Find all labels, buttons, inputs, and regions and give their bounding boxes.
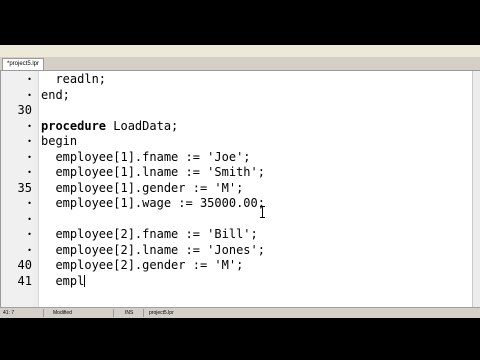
code-text: employee[1].wage := 35000.00;: [41, 196, 265, 210]
tab-project5[interactable]: *project5.lpr: [2, 58, 45, 70]
line-number: •: [27, 137, 32, 146]
line-number: •: [27, 214, 32, 224]
status-bar: 41: 7 Modified INS project5.lpr: [0, 307, 480, 318]
code-text: employee[2].lname := 'Jones';: [41, 242, 265, 257]
line-number: 35: [17, 180, 32, 195]
line-number: •: [27, 245, 32, 255]
code-line[interactable]: • employee[1].fname := 'Joe';: [1, 150, 473, 165]
code-line[interactable]: 35 employee[1].gender := 'M';: [1, 181, 473, 196]
code-line[interactable]: 40 employee[2].gender := 'M';: [1, 258, 473, 273]
code-text: employee[1].gender := 'M';: [41, 180, 244, 195]
code-text: readln;: [41, 72, 107, 86]
code-line[interactable]: 30: [1, 103, 473, 118]
line-number: •: [27, 90, 32, 100]
code-line[interactable]: • end;: [1, 88, 473, 103]
code-line[interactable]: • readln;: [1, 72, 473, 87]
code-text: empl: [41, 273, 86, 288]
vertical-scrollbar[interactable]: [472, 71, 480, 307]
code-line[interactable]: • employee[2].fname := 'Bill';: [1, 227, 473, 242]
line-number: •: [27, 199, 32, 208]
status-position: 41: 7: [0, 309, 44, 317]
code-text: employee[2].fname := 'Bill';: [41, 227, 258, 241]
code-text: employee[1].lname := 'Smith';: [41, 165, 265, 179]
tab-strip: *project5.lpr: [0, 57, 480, 71]
code-text: employee[1].fname := 'Joe';: [41, 149, 251, 164]
code-text: begin: [41, 134, 78, 148]
code-line[interactable]: • begin: [1, 134, 473, 149]
code-line[interactable]: • employee[2].lname := 'Jones';: [1, 243, 473, 258]
code-line[interactable]: • procedure LoadData;: [1, 119, 473, 134]
line-number: 40: [17, 258, 32, 272]
code-editor[interactable]: • readln; • end; 30 • procedure LoadData; • beg…: [0, 71, 473, 307]
line-number: •: [27, 168, 32, 177]
line-number: 41: [17, 273, 32, 288]
title-bar: [0, 45, 480, 57]
code-line[interactable]: •: [1, 212, 473, 227]
text-caret: [84, 274, 86, 287]
editor-window: *project5.lpr • readln; • end; 30 • procedure…: [0, 45, 480, 318]
status-mode: INS: [122, 309, 144, 317]
line-number: •: [27, 230, 32, 239]
line-number: 30: [17, 103, 32, 117]
status-file: project5.lpr: [149, 310, 174, 316]
keyword-procedure: procedure: [41, 118, 107, 133]
line-number: •: [27, 121, 32, 131]
code-text: employee[2].gender := 'M';: [41, 258, 244, 272]
line-number: •: [27, 152, 32, 162]
code-line[interactable]: • employee[1].lname := 'Smith';: [1, 165, 473, 180]
code-line[interactable]: 41 empl: [1, 274, 473, 289]
code-text: end;: [41, 87, 70, 102]
code-line[interactable]: • employee[1].wage := 35000.00;: [1, 196, 473, 211]
line-number: •: [27, 75, 32, 84]
code-text: procedure LoadData;: [41, 118, 179, 133]
ibeam-cursor-icon: [260, 206, 265, 218]
status-modified: Modified: [50, 309, 114, 317]
